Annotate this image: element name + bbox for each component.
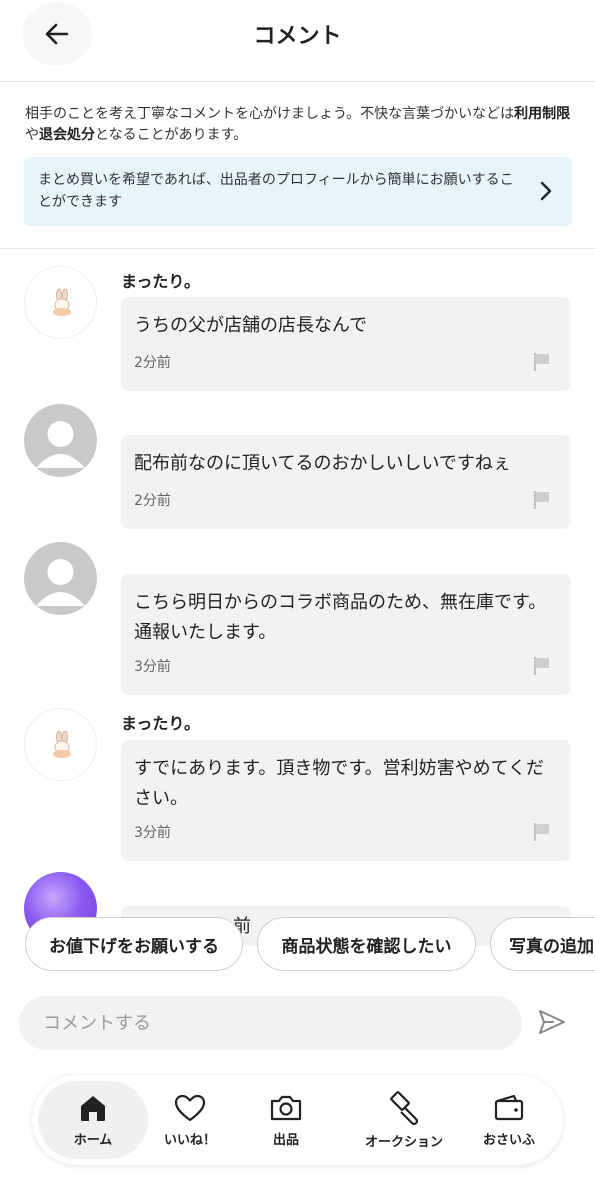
avatar[interactable] <box>24 542 97 615</box>
tab-auction[interactable]: オークション <box>344 1081 464 1159</box>
comment-guideline-notice: 相手のことを考え丁寧なコメントを心がけましょう。不快な言葉づかいなどは利用制限や… <box>25 104 575 146</box>
header: コメント <box>0 0 595 82</box>
comment-bubble: こちら明日からのコラボ商品のため、無在庫です。通報いたします。 3分前 <box>121 574 571 695</box>
bulk-purchase-banner[interactable]: まとめ買いを希望であれば、出品者のプロフィールから簡単にお願いすることができます <box>24 157 572 226</box>
comment-text: すでにあります。頂き物です。営利妨害やめてください。 <box>134 758 545 809</box>
tab-label: 出品 <box>272 1132 299 1148</box>
username: まったり。 <box>121 714 201 733</box>
comment-time: 2分前 <box>134 355 171 371</box>
notice-text: 相手のことを考え丁寧なコメントを心がけましょう。不快な言葉づかいなどは <box>25 106 515 122</box>
rabbit-icon <box>53 288 71 316</box>
tab-wallet[interactable]: おさいふ <box>464 1081 554 1159</box>
banner-text: まとめ買いを希望であれば、出品者のプロフィールから簡単にお願いすることができます <box>38 172 514 210</box>
bottom-tab-bar: ホーム いいね！ 出品 オークション おさいふ <box>32 1075 563 1165</box>
send-icon[interactable] <box>537 1008 567 1036</box>
avatar[interactable] <box>24 266 97 339</box>
flag-icon[interactable] <box>533 490 551 510</box>
tab-likes[interactable]: いいね！ <box>148 1081 232 1159</box>
notice-text: や <box>25 127 39 143</box>
redacted-username <box>125 412 180 430</box>
username: まったり。 <box>121 272 201 291</box>
tab-sell[interactable]: 出品 <box>244 1081 328 1159</box>
avatar[interactable] <box>24 404 97 477</box>
comment-text: こちら明日からのコラボ商品のため、無在庫です。通報いたします。 <box>134 592 547 643</box>
account-removal-text: 退会処分 <box>39 127 95 143</box>
comment-bubble: 配布前なのに頂いてるのおかしいしいですねぇ 2分前 <box>121 435 571 529</box>
divider <box>0 248 595 249</box>
avatar[interactable] <box>24 708 97 781</box>
comment-input-row <box>0 996 595 1052</box>
redacted-username <box>225 550 280 568</box>
person-icon <box>36 559 85 606</box>
gavel-icon <box>390 1090 419 1125</box>
comment-text: 配布前なのに頂いてるのおかしいしいですねぇ <box>134 453 511 474</box>
usage-restriction-text: 利用制限 <box>514 106 571 122</box>
comment-time: 3分前 <box>134 659 171 675</box>
comment-input[interactable] <box>19 996 522 1050</box>
flag-icon[interactable] <box>533 656 551 676</box>
tab-label: ホーム <box>73 1132 113 1148</box>
flag-icon[interactable] <box>533 352 551 372</box>
camera-icon <box>270 1095 302 1120</box>
chevron-right-icon <box>540 181 552 201</box>
tab-label: オークション <box>364 1134 443 1150</box>
tab-label: おさいふ <box>482 1132 535 1148</box>
comment-bubble: すでにあります。頂き物です。営利妨害やめてください。 3分前 <box>121 740 571 861</box>
comment-time: 3分前 <box>134 825 171 841</box>
person-icon <box>36 421 85 468</box>
comment-time: 2分前 <box>134 493 171 509</box>
chip-check-condition[interactable]: 商品状態を確認したい <box>257 917 476 971</box>
chip-add-photo[interactable]: 写真の追加 <box>490 917 595 971</box>
tab-label: いいね！ <box>163 1132 216 1148</box>
wallet-icon <box>494 1094 524 1120</box>
comment-bubble: うちの父が店舗の店長なんで 2分前 <box>121 297 571 391</box>
suggestion-chips: お値下げをお願いする 商品状態を確認したい 写真の追加 <box>0 917 595 973</box>
tab-home[interactable]: ホーム <box>38 1081 148 1159</box>
rabbit-icon <box>53 730 71 758</box>
comment-text: うちの父が店舗の店長なんで <box>134 315 368 336</box>
chip-request-discount[interactable]: お値下げをお願いする <box>25 917 243 971</box>
notice-text: となることがあります。 <box>95 127 248 143</box>
flag-icon[interactable] <box>533 822 551 842</box>
home-icon <box>81 1095 105 1121</box>
heart-icon <box>174 1094 206 1121</box>
page-title: コメント <box>253 24 342 49</box>
